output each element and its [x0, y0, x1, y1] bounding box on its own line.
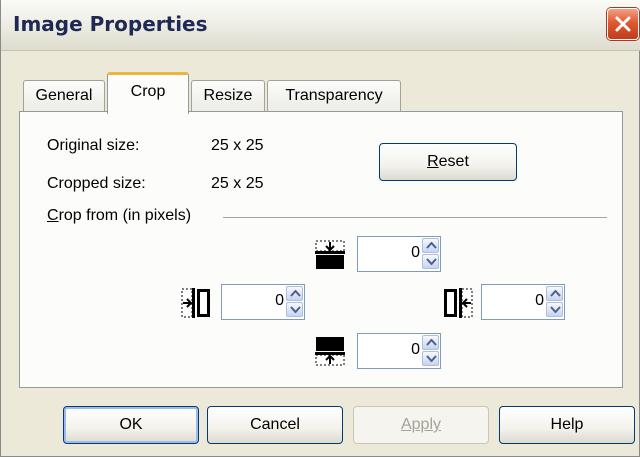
original-size-value: 25 x 25	[211, 137, 264, 154]
spin-down-icon	[426, 258, 437, 265]
tab-resize[interactable]: Resize	[191, 80, 265, 112]
crop-right-spin-down[interactable]	[546, 302, 563, 317]
spin-down-icon	[426, 355, 437, 362]
crop-bottom-spin-up[interactable]	[422, 335, 439, 350]
crop-left-spin-up[interactable]	[286, 286, 303, 301]
section-separator	[223, 217, 607, 218]
crop-bottom-stepper[interactable]: 0	[357, 333, 441, 369]
crop-left-value: 0	[275, 292, 284, 309]
spin-up-icon	[426, 339, 437, 346]
crop-left-icon	[181, 288, 210, 318]
crop-top-spin-up[interactable]	[422, 238, 439, 253]
crop-bottom-icon	[315, 337, 345, 366]
cancel-button[interactable]: Cancel	[207, 406, 343, 444]
spin-down-icon	[290, 306, 301, 313]
dialog-title: Image Properties	[13, 12, 208, 36]
tab-transparency[interactable]: Transparency	[267, 80, 401, 112]
crop-bottom-spin-down[interactable]	[422, 351, 439, 366]
spin-up-icon	[550, 290, 561, 297]
crop-right-stepper[interactable]: 0	[481, 284, 565, 320]
crop-from-label: Crop from (in pixels)	[47, 207, 192, 225]
crop-left-spin-down[interactable]	[286, 302, 303, 317]
spin-up-icon	[426, 242, 437, 249]
spin-up-icon	[290, 290, 301, 297]
cropped-size-value: 25 x 25	[211, 175, 264, 192]
crop-top-icon	[315, 240, 345, 269]
help-button[interactable]: Help	[499, 406, 635, 444]
crop-top-stepper[interactable]: 0	[357, 236, 441, 272]
crop-bottom-value: 0	[411, 341, 420, 358]
image-properties-dialog: Image Properties General Crop Resize Tra…	[0, 0, 640, 457]
crop-right-value: 0	[535, 292, 544, 309]
close-icon	[615, 16, 631, 32]
spin-down-icon	[550, 306, 561, 313]
crop-right-icon	[444, 288, 473, 318]
crop-right-spin-up[interactable]	[546, 286, 563, 301]
crop-left-stepper[interactable]: 0	[221, 284, 305, 320]
cropped-size-label: Cropped size:	[47, 175, 146, 192]
tab-crop[interactable]: Crop	[107, 72, 189, 114]
crop-top-value: 0	[411, 244, 420, 261]
original-size-label: Original size:	[47, 137, 140, 154]
crop-top-spin-down[interactable]	[422, 254, 439, 269]
tab-general[interactable]: General	[23, 80, 105, 112]
apply-button[interactable]: Apply	[353, 406, 489, 444]
close-button[interactable]	[607, 8, 639, 40]
title-bar[interactable]: Image Properties	[1, 0, 640, 51]
ok-button[interactable]: OK	[63, 406, 199, 444]
reset-button[interactable]: Reset	[379, 143, 517, 181]
